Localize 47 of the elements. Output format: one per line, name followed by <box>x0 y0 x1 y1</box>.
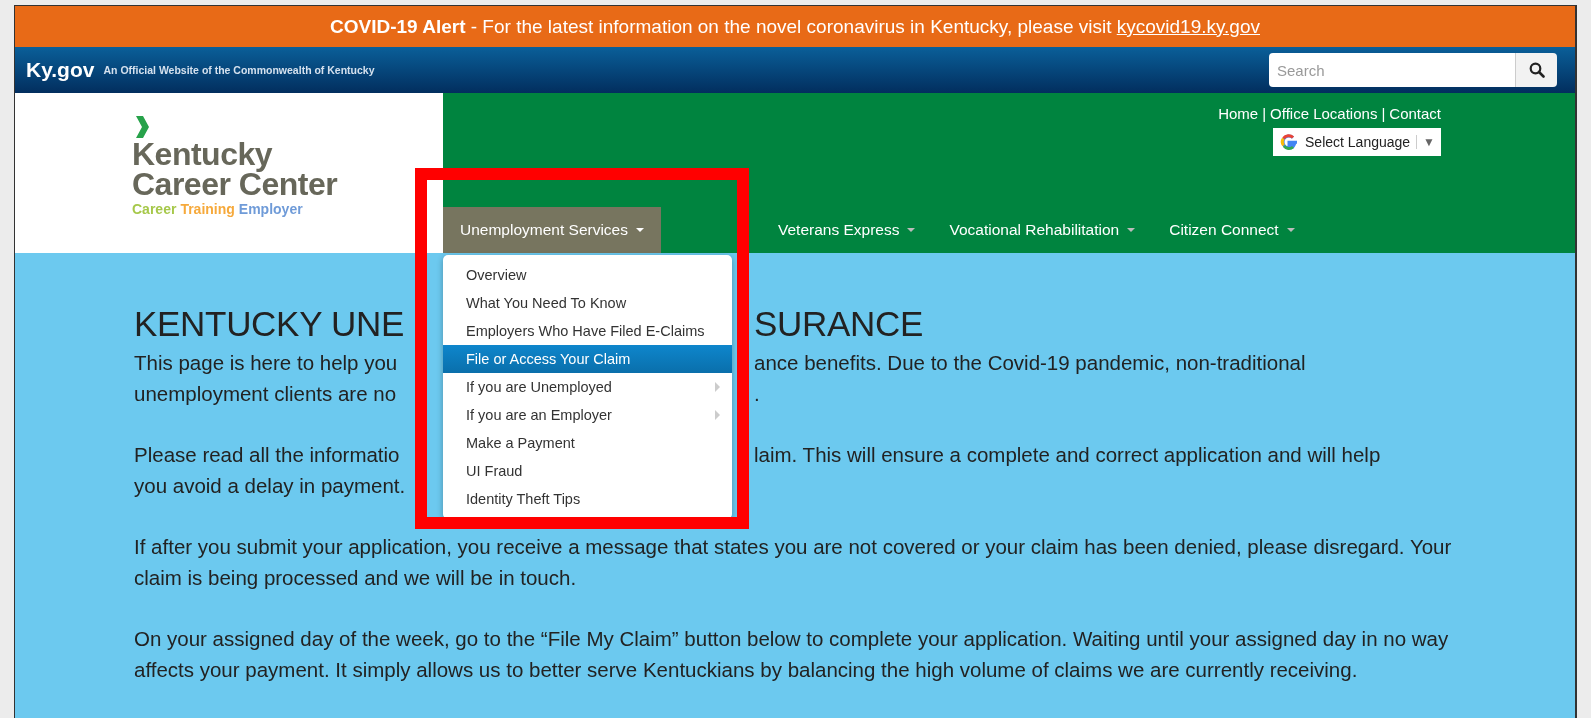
paragraph-text: laim. This will ensure a complete and correct application and will help <box>754 442 1382 468</box>
page-heading: KENTUCKY UNE <box>134 303 405 345</box>
link-separator: | <box>1381 105 1386 122</box>
logo-tagline: Career <box>132 201 177 217</box>
nav-tab[interactable]: Veterans Express <box>761 207 933 253</box>
menu-item[interactable]: If you are an Employer <box>443 401 732 429</box>
menu-item[interactable]: File or Access Your Claim <box>443 345 732 373</box>
submenu-arrow-icon <box>715 382 720 392</box>
menu-item[interactable]: UI Fraud <box>443 457 732 485</box>
google-icon <box>1279 132 1299 152</box>
paragraph-text: you avoid a delay in payment. <box>134 473 407 499</box>
search-icon <box>1528 62 1545 78</box>
nav-tab[interactable]: Unemployment Services <box>443 207 661 253</box>
site-tagline: An Official Website of the Commonwealth of Kentucky <box>103 64 375 76</box>
caret-icon <box>636 228 644 232</box>
language-select[interactable]: Select Language ▼ <box>1273 128 1441 156</box>
caret-icon <box>1286 228 1295 232</box>
logo-tagline: Training <box>180 201 235 217</box>
menu-item[interactable]: Make a Payment <box>443 429 732 457</box>
site-logo[interactable]: Ky.gov <box>26 58 95 82</box>
submenu-arrow-icon <box>715 410 720 420</box>
link-separator: | <box>1262 105 1267 122</box>
menu-item[interactable]: What You Need To Know <box>443 289 732 317</box>
header-link[interactable]: Contact <box>1389 105 1441 122</box>
paragraph-text: unemployment clients are no <box>134 381 398 407</box>
logo-tagline: Employer <box>238 201 303 217</box>
caret-icon <box>907 228 916 232</box>
paragraph-text: On your assigned day of the week, go to the “File My Claim” button below to complete your application. Waiting until your assigned day in no way affects your payment. It simply allows us to better serve Kentuckians by balancing the high volume of claims we are currently receiving. <box>134 626 1450 683</box>
search-field[interactable]: Search <box>1269 53 1515 87</box>
header-link[interactable]: Home <box>1218 105 1259 122</box>
header-link[interactable]: Office Locations <box>1270 105 1378 122</box>
paragraph-text: Please read all the informatio <box>134 442 401 468</box>
menu-item[interactable]: Identity Theft Tips <box>443 485 732 513</box>
alert-message: COVID-19 Alert - For the latest information on the novel coronavirus in Kentucky, please visit kycovid19.ky.gov <box>330 15 1260 38</box>
paragraph-text: ance benefits. Due to the Covid-19 pandemic, non-traditional <box>754 350 1307 376</box>
caret-icon <box>1127 228 1136 232</box>
page-heading: SURANCE <box>754 303 925 345</box>
nav-tab[interactable]: Vocational Rehabilitation <box>932 207 1153 253</box>
menu-item[interactable]: Employers Who Have Filed E-Claims <box>443 317 732 345</box>
search-button[interactable] <box>1515 53 1557 87</box>
menu-item[interactable]: If you are Unemployed <box>443 373 732 401</box>
paragraph-text: If after you submit your application, you receive a message that states you are not covered or your claim has been denied, please disregard. Your claim is being processed and we will be in touch. <box>134 534 1453 591</box>
paragraph-text: . <box>754 381 761 407</box>
chevron-icon <box>134 115 150 139</box>
paragraph-text: This page is here to help you <box>134 350 399 376</box>
nav-tab[interactable]: Citizen Connect <box>1152 207 1312 253</box>
menu-item[interactable]: Overview <box>443 261 732 289</box>
